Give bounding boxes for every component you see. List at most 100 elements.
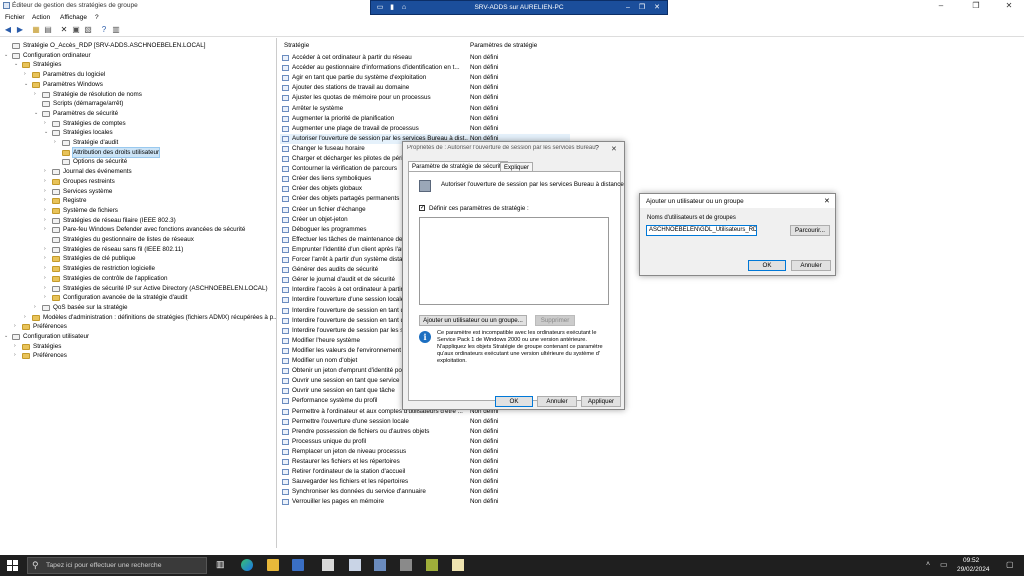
policy-row[interactable]: Verrouiller les pages en mémoire Non défi… <box>280 497 570 507</box>
chevron-down-icon[interactable]: ⌄ <box>14 60 20 70</box>
chevron-right-icon[interactable]: › <box>44 284 50 294</box>
column-header-setting[interactable]: Paramètres de stratégie <box>470 42 537 49</box>
tree-node[interactable]: › QoS basée sur la stratégie <box>0 303 276 313</box>
tree-node[interactable]: › Stratégies de contrôle de l'application <box>0 274 276 284</box>
network-tool-icon[interactable] <box>400 559 412 571</box>
rdp-minimize-button[interactable]: – <box>623 3 633 12</box>
names-input[interactable]: ASCHNOEBELEN\GDL_Utilisateurs_RDP <box>646 225 757 236</box>
ok-button[interactable]: OK <box>495 396 533 407</box>
rdp-close-button[interactable]: ✕ <box>652 3 662 12</box>
chevron-right-icon[interactable]: › <box>44 119 50 129</box>
dns-icon[interactable] <box>374 559 386 571</box>
chevron-right-icon[interactable]: › <box>44 177 50 187</box>
policy-row[interactable]: Accéder au gestionnaire d'informations d… <box>280 63 570 73</box>
server-manager-icon[interactable] <box>292 559 304 571</box>
add-cancel-button[interactable]: Annuler <box>791 260 831 271</box>
tree-node[interactable]: › Système de fichiers <box>0 206 276 216</box>
tree-node[interactable]: › Stratégies de clé publique <box>0 254 276 264</box>
tree-node[interactable]: Options de sécurité <box>0 157 276 167</box>
taskbar-search[interactable]: ⚲ Tapez ici pour effectuer une recherche <box>27 557 207 574</box>
chevron-down-icon[interactable]: ⌄ <box>4 51 10 61</box>
column-header-policy[interactable]: Stratégie <box>284 42 309 49</box>
tree-node[interactable]: › Modèles d'administration : définitions … <box>0 313 276 323</box>
policy-row[interactable]: Augmenter une plage de travail de proces… <box>280 124 570 134</box>
dialog-close-icon[interactable]: ✕ <box>611 145 617 153</box>
folder-up-icon[interactable]: ▦ <box>31 25 41 35</box>
tree-node[interactable]: › Paramètres du logiciel <box>0 70 276 80</box>
policy-row[interactable]: Synchroniser les données du service d'an… <box>280 487 570 497</box>
tree-node[interactable]: › Stratégie de résolution de noms <box>0 90 276 100</box>
apply-button[interactable]: Appliquer <box>581 396 621 407</box>
export-icon[interactable]: ▧ <box>83 25 93 35</box>
policy-row[interactable]: Prendre possession de fichiers ou d'autr… <box>280 427 570 437</box>
policy-row[interactable]: Arrêter le système Non défini <box>280 104 570 114</box>
tree-node[interactable]: ⌄ Paramètres de sécurité <box>0 109 276 119</box>
chevron-right-icon[interactable]: › <box>44 216 50 226</box>
chevron-down-icon[interactable]: ⌄ <box>34 109 40 119</box>
tree-node[interactable]: Scripts (démarrage/arrêt) <box>0 99 276 109</box>
network-icon[interactable]: ▭ <box>940 560 948 569</box>
windows-start-icon[interactable] <box>7 560 18 571</box>
chevron-right-icon[interactable]: › <box>44 245 50 255</box>
chevron-right-icon[interactable]: › <box>44 206 50 216</box>
policy-row[interactable]: Agir en tant que partie du système d'exp… <box>280 73 570 83</box>
close-button[interactable]: ✕ <box>994 0 1024 12</box>
chevron-down-icon[interactable]: ⌄ <box>44 128 50 138</box>
chevron-right-icon[interactable]: › <box>14 351 20 361</box>
chevron-down-icon[interactable]: ⌄ <box>24 80 30 90</box>
tree-node[interactable]: ⌄ Configuration utilisateur <box>0 332 276 342</box>
back-arrow-icon[interactable]: ◀ <box>3 25 13 35</box>
policy-row[interactable]: Retirer l'ordinateur de la station d'acc… <box>280 467 570 477</box>
chevron-right-icon[interactable]: › <box>24 70 30 80</box>
tree-node[interactable]: ⌄ Stratégies <box>0 60 276 70</box>
notification-icon[interactable]: ▢ <box>1006 560 1014 569</box>
add-dialog-close-icon[interactable]: ✕ <box>824 197 830 205</box>
chevron-right-icon[interactable]: › <box>44 254 50 264</box>
policy-row[interactable]: Restaurer les fichiers et les répertoire… <box>280 457 570 467</box>
maximize-button[interactable]: ❐ <box>961 0 991 12</box>
tree-node[interactable]: ⌄ Stratégies locales <box>0 128 276 138</box>
tree-node[interactable]: › Groupes restreints <box>0 177 276 187</box>
tree-node[interactable]: › Préférences <box>0 322 276 332</box>
menu-action[interactable]: Action <box>32 14 50 21</box>
tree-node[interactable]: › Stratégie d'audit <box>0 138 276 148</box>
task-view-icon[interactable]: ▥ <box>216 559 228 571</box>
chevron-right-icon[interactable]: › <box>14 322 20 332</box>
chevron-right-icon[interactable]: › <box>24 313 30 323</box>
menu-fichier[interactable]: Fichier <box>5 14 25 21</box>
tree-node[interactable]: ⌄ Paramètres Windows <box>0 80 276 90</box>
edge-icon[interactable] <box>241 559 253 571</box>
add-user-group-button[interactable]: Ajouter un utilisateur ou un groupe... <box>419 315 527 326</box>
policy-row[interactable]: Augmenter la priorité de planification No… <box>280 114 570 124</box>
view-icon[interactable]: ▥ <box>111 25 121 35</box>
rdp-restore-button[interactable]: ❐ <box>637 3 647 12</box>
clock-date[interactable]: 29/02/2024 <box>957 566 990 573</box>
policy-row[interactable]: Processus unique du profil Non défini <box>280 437 570 447</box>
tree-node[interactable]: › Stratégies <box>0 342 276 352</box>
members-listbox[interactable] <box>419 217 609 305</box>
policy-row[interactable]: Ajuster les quotas de mémoire pour un pr… <box>280 93 570 103</box>
tree-node[interactable]: › Registre <box>0 196 276 206</box>
file-explorer-icon[interactable] <box>267 559 279 571</box>
minimize-button[interactable]: – <box>926 0 956 12</box>
menu-affichage[interactable]: Affichage <box>60 14 87 21</box>
chevron-right-icon[interactable]: › <box>44 264 50 274</box>
tree-node[interactable]: › Stratégies de sécurité IP sur Active Di… <box>0 284 276 294</box>
help-question-icon[interactable]: ? <box>595 145 599 152</box>
chevron-right-icon[interactable]: › <box>44 293 50 303</box>
gpmc-icon[interactable] <box>349 559 361 571</box>
clock-time[interactable]: 09:52 <box>963 557 979 564</box>
chevron-right-icon[interactable]: › <box>44 196 50 206</box>
browse-button[interactable]: Parcourir... <box>790 225 830 236</box>
forward-arrow-icon[interactable]: ▶ <box>15 25 25 35</box>
chevron-right-icon[interactable]: › <box>44 167 50 177</box>
tree-node[interactable]: › Services système <box>0 187 276 197</box>
chevron-up-icon[interactable]: ˄ <box>926 561 930 568</box>
tree-node[interactable]: › Configuration avancée de la stratégie d… <box>0 293 276 303</box>
help-icon[interactable]: ? <box>99 25 109 35</box>
tree-node[interactable]: Stratégies du gestionnaire de listes de … <box>0 235 276 245</box>
chevron-down-icon[interactable]: ⌄ <box>4 332 10 342</box>
tree-node[interactable]: Stratégie O_Accès_RDP [SRV-ADDS.ASCHNOEB… <box>0 41 276 51</box>
chevron-right-icon[interactable]: › <box>34 303 40 313</box>
notepad-icon[interactable] <box>452 559 464 571</box>
